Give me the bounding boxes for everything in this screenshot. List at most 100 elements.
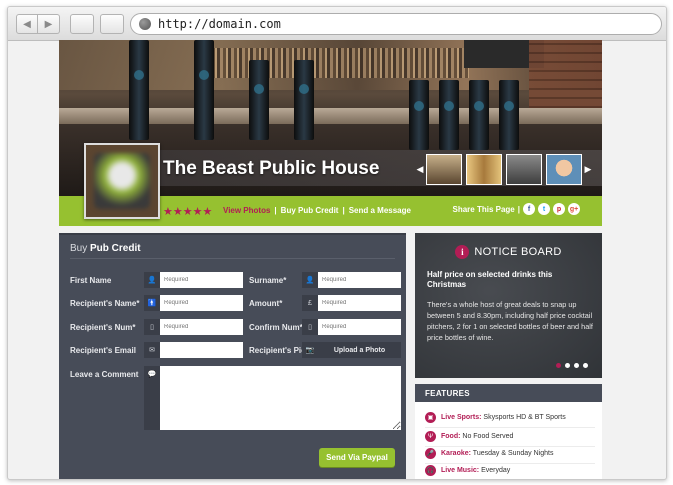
recipient-pic-label: Recipient's Pic	[249, 346, 306, 355]
send-via-paypal-button[interactable]: Send Via Paypal	[319, 448, 395, 467]
beer-tap	[249, 60, 269, 140]
phone-icon: ▯	[302, 319, 318, 335]
form-title: Buy Pub Credit	[70, 243, 141, 254]
feature-item: Ψ Food: No Food Served	[425, 431, 513, 442]
surname-label: Surname*	[249, 276, 287, 285]
feature-name: Food:	[441, 433, 461, 440]
rating-stars: ★★★★★	[163, 206, 213, 218]
recipient-email-input[interactable]	[160, 342, 243, 358]
slide-dots	[556, 363, 588, 368]
beer-tap	[499, 80, 519, 150]
feature-divider	[425, 446, 595, 447]
feature-item: 🎧 Live Music: Everyday	[425, 465, 510, 476]
beer-tap	[439, 80, 459, 150]
recipient-email-label: Recipient's Email	[70, 346, 136, 355]
back-button[interactable]: ◀	[16, 14, 38, 34]
feature-item: 🎤 Karaoke: Tuesday & Sunday Nights	[425, 448, 553, 459]
notice-title: NOTICE BOARD	[474, 246, 562, 258]
twitter-icon[interactable]: t	[538, 203, 550, 215]
user-icon: 👤	[302, 272, 318, 288]
carousel-next-icon[interactable]: ▶	[584, 164, 592, 175]
surname-input[interactable]	[318, 272, 401, 288]
share-label: Share This Page	[452, 204, 515, 214]
notice-body: There's a whole host of great deals to s…	[427, 300, 593, 342]
venue-logo	[84, 143, 160, 219]
features-panel: FEATURES ▣ Live Sports: Skysports HD & B…	[415, 384, 602, 479]
globe-icon	[139, 18, 151, 30]
view-photos-link[interactable]: View Photos	[223, 206, 270, 215]
buy-pub-credit-link[interactable]: Buy Pub Credit	[281, 206, 339, 215]
feature-name: Karaoke:	[441, 450, 471, 457]
venue-name: The Beast Public House	[163, 158, 380, 179]
photo-carousel: ◀ ▶	[416, 154, 592, 185]
forward-button[interactable]: ▶	[38, 14, 60, 34]
notice-header: i NOTICE BOARD	[415, 245, 602, 259]
address-bar[interactable]: http://domain.com	[130, 13, 662, 35]
send-message-link[interactable]: Send a Message	[349, 206, 411, 215]
feature-value: Skysports HD & BT Sports	[483, 414, 566, 421]
mail-icon: ✉	[144, 342, 160, 358]
feature-divider	[425, 463, 595, 464]
first-name-input[interactable]	[160, 272, 243, 288]
confirm-num-input[interactable]	[318, 319, 401, 335]
facebook-icon[interactable]: f	[523, 203, 535, 215]
photo-thumb[interactable]	[466, 154, 502, 185]
feature-value: No Food Served	[462, 433, 514, 440]
bottle-rack	[209, 48, 469, 78]
feature-item: ▣ Live Sports: Skysports HD & BT Sports	[425, 412, 566, 423]
feature-divider	[425, 427, 595, 428]
slide-dot[interactable]	[565, 363, 570, 368]
photo-thumb[interactable]	[506, 154, 542, 185]
recipient-num-label: Recipient's Num*	[70, 323, 136, 332]
carousel-prev-icon[interactable]: ◀	[416, 164, 424, 175]
beer-tap	[469, 80, 489, 150]
feature-name: Live Music:	[441, 467, 480, 474]
pound-icon: £	[302, 295, 318, 311]
pinterest-icon[interactable]: p	[553, 203, 565, 215]
url-text: http://domain.com	[158, 17, 281, 31]
comment-textarea[interactable]	[160, 366, 401, 430]
comment-label: Leave a Comment	[70, 370, 139, 379]
toolbar-button-2[interactable]	[100, 14, 124, 34]
form-title-prefix: Buy	[70, 243, 88, 254]
camera-icon: 📷	[302, 342, 318, 358]
info-icon: i	[455, 245, 470, 259]
tv-icon: ▣	[425, 412, 436, 423]
recipient-name-input[interactable]	[160, 295, 243, 311]
notice-headline: Half price on selected drinks this Chris…	[427, 270, 553, 289]
notice-board: i NOTICE BOARD Half price on selected dr…	[415, 233, 602, 378]
phone-icon: ▯	[144, 319, 160, 335]
forward-arrow-icon: ▶	[44, 18, 53, 30]
photo-thumb[interactable]	[546, 154, 582, 185]
beer-tap	[194, 40, 214, 140]
feature-name: Live Sports:	[441, 414, 482, 421]
headphones-icon: 🎧	[425, 465, 436, 476]
feature-value: Everyday	[481, 467, 511, 474]
first-name-label: First Name	[70, 276, 112, 285]
microphone-icon: 🎤	[425, 448, 436, 459]
browser-toolbar: ◀ ▶ http://domain.com	[8, 7, 666, 41]
slide-dot[interactable]	[574, 363, 579, 368]
beer-tap	[294, 60, 314, 140]
link-separator: |	[342, 206, 345, 215]
recipient-name-label: Recipient's Name*	[70, 299, 140, 308]
slide-dot[interactable]	[583, 363, 588, 368]
user-icon: 👤	[144, 272, 160, 288]
google-plus-icon[interactable]: g+	[568, 203, 580, 215]
comment-icon-column: 💬	[144, 366, 160, 430]
amount-input[interactable]	[318, 295, 401, 311]
logo-image	[94, 153, 150, 209]
link-separator: |	[274, 206, 277, 215]
slide-dot[interactable]	[556, 363, 561, 368]
toolbar-button-1[interactable]	[70, 14, 94, 34]
confirm-num-label: Confirm Num*	[249, 323, 303, 332]
share-separator: |	[517, 204, 520, 214]
beer-tap	[129, 40, 149, 140]
photo-thumb[interactable]	[426, 154, 462, 185]
back-arrow-icon: ◀	[23, 18, 31, 30]
form-divider	[70, 258, 395, 259]
upload-photo-button[interactable]: Upload a Photo	[318, 342, 401, 358]
recipient-num-input[interactable]	[160, 319, 243, 335]
venue-links: View Photos | Buy Pub Credit | Send a Me…	[223, 206, 411, 215]
feature-value: Tuesday & Sunday Nights	[472, 450, 554, 457]
